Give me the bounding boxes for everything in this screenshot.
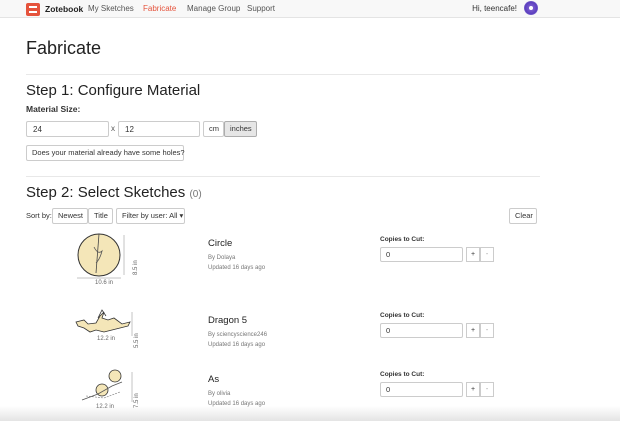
sketch-title[interactable]: As — [208, 374, 219, 385]
sketch-title[interactable]: Circle — [208, 238, 232, 249]
sketch-height-dimension: 5.5 in — [134, 333, 140, 348]
page-title: Fabricate — [26, 38, 102, 58]
sketch-thumbnail-circle[interactable] — [72, 233, 130, 279]
material-size-label: Material Size: — [26, 104, 81, 114]
step2-title-text: Step 2: Select Sketches — [26, 184, 186, 201]
times-symbol: x — [111, 124, 115, 133]
nav-my-sketches[interactable]: My Sketches — [88, 4, 134, 13]
sketch-title[interactable]: Dragon 5 — [208, 315, 247, 326]
chevron-down-icon: ▾ — [179, 211, 184, 220]
sort-title-button[interactable]: Title — [88, 208, 113, 224]
filter-user-dropdown[interactable]: Filter by user: All ▾ — [116, 208, 185, 224]
brand[interactable]: Zotebook — [26, 2, 83, 16]
unit-cm-button[interactable]: cm — [203, 121, 224, 137]
sketch-width-dimension: 10.6 in — [95, 280, 114, 286]
clear-button[interactable]: Clear — [509, 208, 537, 224]
copies-input[interactable] — [380, 323, 463, 338]
increment-button[interactable]: + — [466, 247, 480, 262]
increment-button[interactable]: + — [466, 323, 480, 338]
filter-label: Filter by user: All — [122, 211, 178, 220]
divider — [26, 74, 540, 75]
copies-to-cut-label: Copies to Cut: — [380, 371, 425, 378]
copies-to-cut-label: Copies to Cut: — [380, 312, 425, 319]
bottom-fade — [0, 406, 620, 421]
sketch-updated: Updated 16 days ago — [208, 342, 266, 348]
decrement-button[interactable]: - — [480, 323, 494, 338]
selected-count: (0) — [189, 189, 202, 200]
user-avatar[interactable] — [524, 1, 538, 15]
sort-label: Sort by: — [26, 211, 52, 220]
sketch-height-dimension: 8.5 in — [133, 260, 139, 275]
nav-fabricate[interactable]: Fabricate — [143, 4, 176, 13]
sketch-author: By Dolaya — [208, 255, 236, 261]
zotebook-logo-icon — [26, 2, 40, 16]
sketch-width-dimension: 12.2 in — [97, 336, 116, 342]
step2-title: Step 2: Select Sketches (0) — [26, 184, 202, 201]
sketch-thumbnail-as[interactable] — [78, 368, 136, 404]
material-height-input[interactable] — [118, 121, 200, 137]
sketch-thumbnail-dragon[interactable] — [74, 308, 136, 338]
decrement-button[interactable]: - — [480, 382, 494, 397]
copies-input[interactable] — [380, 382, 463, 397]
user-greeting[interactable]: Hi, teencafe! — [472, 4, 517, 13]
brand-name: Zotebook — [45, 4, 84, 14]
step1-title: Step 1: Configure Material — [26, 82, 201, 99]
nav-support[interactable]: Support — [247, 4, 275, 13]
copies-to-cut-label: Copies to Cut: — [380, 236, 425, 243]
sketch-author: By olivia — [208, 391, 231, 397]
unit-inches-button[interactable]: inches — [224, 121, 257, 137]
top-navbar: Zotebook My Sketches Fabricate Manage Gr… — [0, 0, 620, 18]
material-width-input[interactable] — [26, 121, 109, 137]
increment-button[interactable]: + — [466, 382, 480, 397]
sketch-updated: Updated 16 days ago — [208, 265, 266, 271]
divider — [26, 176, 540, 177]
nav-manage-group[interactable]: Manage Group — [187, 4, 240, 13]
existing-holes-button[interactable]: Does your material already have some hol… — [26, 145, 185, 161]
decrement-button[interactable]: - — [480, 247, 494, 262]
sort-newest-button[interactable]: Newest — [52, 208, 88, 224]
copies-input[interactable] — [380, 247, 463, 262]
sketch-author: By sciencyscience246 — [208, 332, 268, 338]
